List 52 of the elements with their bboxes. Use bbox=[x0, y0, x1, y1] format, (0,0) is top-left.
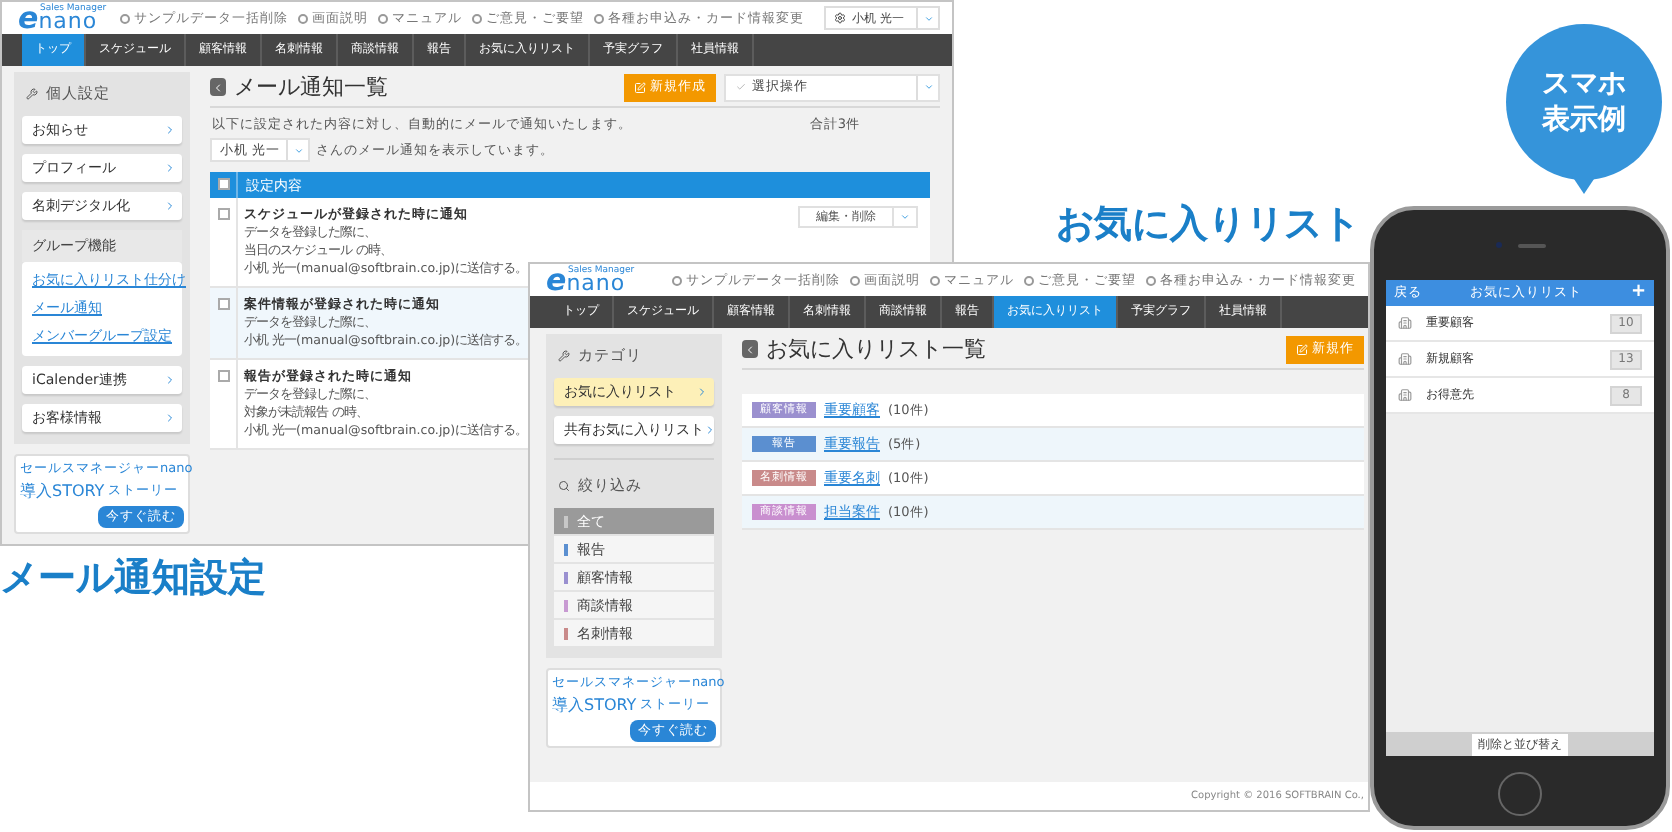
logo-mark: e bbox=[18, 3, 39, 33]
circle-icon bbox=[378, 13, 388, 23]
circle-icon bbox=[298, 13, 308, 23]
page-title: メール通知一覧 bbox=[234, 72, 388, 102]
check-icon bbox=[736, 82, 746, 92]
chevron-icon bbox=[164, 162, 176, 174]
caret-icon bbox=[293, 145, 303, 155]
home-button[interactable] bbox=[1498, 772, 1542, 816]
circle-icon bbox=[120, 13, 130, 23]
wrench-icon bbox=[26, 88, 38, 100]
circle-icon bbox=[1146, 275, 1156, 285]
gear-icon bbox=[834, 12, 846, 24]
checkbox[interactable] bbox=[217, 208, 229, 220]
section-caption: お気に入りリスト bbox=[1056, 206, 1360, 244]
building-icon bbox=[1398, 388, 1412, 402]
circle-icon bbox=[672, 275, 682, 285]
bubble-text: スマホ bbox=[1542, 66, 1626, 102]
checkbox[interactable] bbox=[217, 178, 229, 190]
edit-icon bbox=[1296, 343, 1308, 355]
chevron-icon bbox=[704, 424, 716, 436]
chevron-icon bbox=[744, 343, 756, 355]
chevron-icon bbox=[164, 124, 176, 136]
logo-mark: e bbox=[546, 265, 567, 295]
circle-icon bbox=[594, 13, 604, 23]
logo-text: nano bbox=[566, 275, 626, 289]
back-button[interactable] bbox=[742, 340, 758, 358]
wrench-icon bbox=[558, 350, 570, 362]
circle-icon bbox=[472, 13, 482, 23]
search-icon bbox=[558, 480, 570, 492]
circle-icon bbox=[1024, 275, 1034, 285]
caret-icon bbox=[923, 82, 933, 92]
chevron-icon bbox=[164, 200, 176, 212]
banner-title: 導入STORY bbox=[20, 480, 105, 502]
building-icon bbox=[1398, 316, 1412, 330]
logo-text: nano bbox=[38, 13, 98, 27]
edit-icon bbox=[634, 81, 646, 93]
circle-icon bbox=[850, 275, 860, 285]
caret-icon bbox=[900, 212, 910, 222]
chevron-icon bbox=[212, 81, 224, 93]
caret-icon bbox=[923, 13, 933, 23]
checkbox[interactable] bbox=[217, 298, 229, 310]
building-icon bbox=[1398, 352, 1412, 366]
circle-icon bbox=[930, 275, 940, 285]
section-caption: メール通知設定 bbox=[0, 560, 266, 598]
back-button[interactable] bbox=[210, 78, 226, 96]
page-title: お気に入りリスト一覧 bbox=[766, 334, 986, 364]
chevron-icon bbox=[164, 412, 176, 424]
banner-title: 導入STORY bbox=[552, 694, 637, 716]
checkbox[interactable] bbox=[217, 370, 229, 382]
chevron-icon bbox=[164, 374, 176, 386]
chevron-icon bbox=[696, 386, 708, 398]
bubble-text: 表示例 bbox=[1542, 102, 1626, 138]
